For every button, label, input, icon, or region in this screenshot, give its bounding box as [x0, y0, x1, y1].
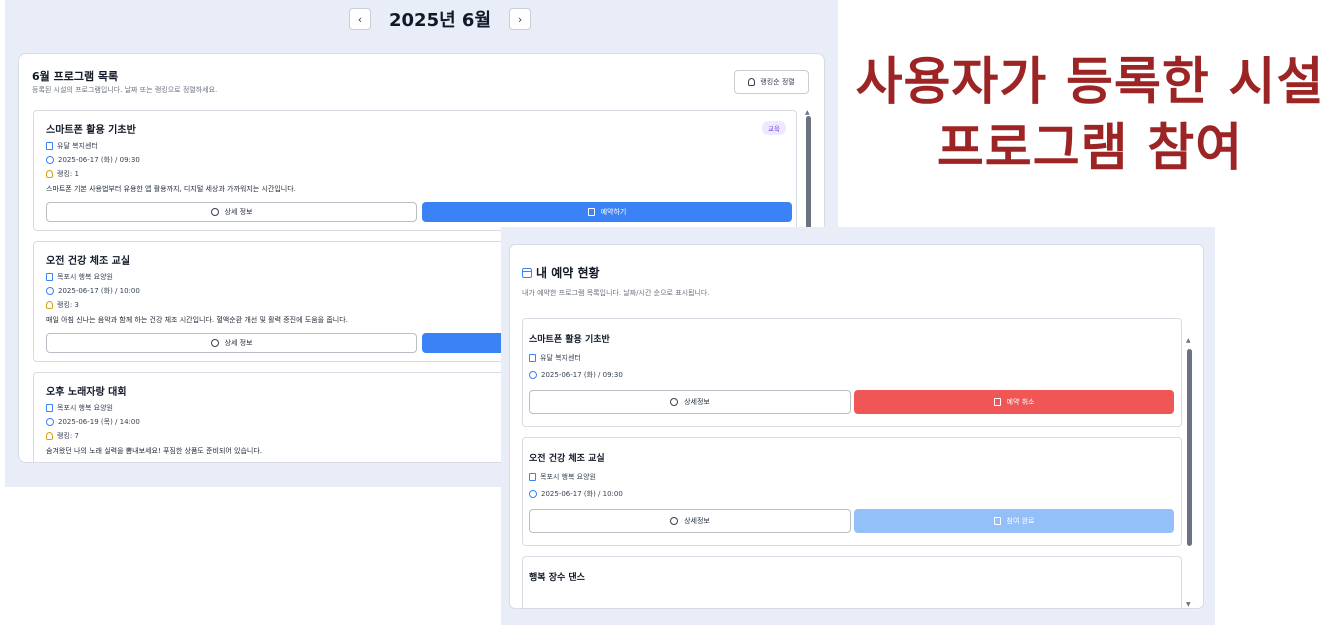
reserve-button[interactable]: 예약하기 — [422, 202, 792, 222]
reservation-datetime: 2025-06-17 (화) / 10:00 — [541, 490, 623, 498]
program-title: 오후 노래자랑 대회 — [46, 387, 127, 398]
building-icon — [529, 473, 536, 481]
scrollbar[interactable] — [806, 116, 811, 236]
program-title: 스마트폰 활용 기초반 — [46, 125, 136, 136]
ranking-line: 랭킹: 1 — [46, 169, 79, 179]
program-list-subtitle: 등록된 시설의 프로그램입니다. 날짜 또는 랭킹으로 정렬하세요. — [32, 86, 218, 94]
facility-line: 유달 복지센터 — [46, 141, 98, 151]
calendar-icon — [522, 267, 532, 278]
my-reservations-title: 내 예약 현황 — [536, 266, 600, 280]
reservation-title: 행복 장수 댄스 — [529, 573, 585, 583]
program-list-title: 6월 프로그램 목록 — [32, 70, 119, 83]
program-ranking: 랭킹: 1 — [57, 170, 79, 178]
headline: 사용자가 등록한 시설 프로그램 참여 — [842, 50, 1338, 182]
ranking-sort-button[interactable]: 랭킹순 정렬 — [734, 70, 809, 94]
datetime-line: 2025-06-17 (화) / 09:30 — [529, 370, 623, 380]
program-datetime: 2025-06-17 (화) / 09:30 — [58, 156, 140, 164]
medal-icon — [748, 78, 756, 86]
detail-button-label: 상세 정보 — [224, 339, 253, 347]
program-title: 오전 건강 체조 교실 — [46, 256, 131, 267]
cancel-reservation-button[interactable]: 예약 취소 — [854, 390, 1174, 414]
program-ranking: 랭킹: 7 — [57, 432, 79, 440]
datetime-line: 2025-06-19 (목) / 14:00 — [46, 417, 140, 427]
detail-button[interactable]: 상세 정보 — [46, 333, 417, 353]
datetime-line: 2025-06-17 (화) / 10:00 — [529, 489, 623, 499]
category-tag: 교육 — [762, 121, 786, 135]
scroll-up-arrow-icon[interactable]: ▲ — [1186, 337, 1191, 344]
program-description: 매일 아침 신나는 음악과 함께 하는 건강 체조 시간입니다. 혈액순환 개선… — [46, 316, 348, 324]
my-reservations-subtitle: 내가 예약한 프로그램 목록입니다. 날짜/시간 순으로 표시됩니다. — [522, 289, 710, 297]
reservation-item: 행복 장수 댄스 — [522, 556, 1182, 608]
program-description: 스마트폰 기본 사용법부터 유용한 앱 활용까지, 디지털 세상과 가까워지는 … — [46, 185, 296, 193]
my-reservations-screenshot: 내 예약 현황 내가 예약한 프로그램 목록입니다. 날짜/시간 순으로 표시됩… — [501, 227, 1215, 625]
my-reservations-card: 내 예약 현황 내가 예약한 프로그램 목록입니다. 날짜/시간 순으로 표시됩… — [509, 244, 1204, 609]
building-icon — [529, 354, 536, 362]
cancel-button-label: 예약 취소 — [1006, 398, 1035, 406]
clock-icon — [529, 490, 537, 498]
reservation-title: 오전 건강 체조 교실 — [529, 454, 605, 464]
info-icon — [210, 208, 219, 216]
facility-line: 목포시 행복 요양원 — [46, 403, 113, 413]
facility-line: 목포시 행복 요양원 — [46, 272, 113, 282]
program-ranking: 랭킹: 3 — [57, 301, 79, 309]
calendar-check-icon — [993, 517, 1001, 525]
medal-icon — [46, 170, 53, 178]
building-icon — [46, 142, 53, 150]
scroll-up-arrow-icon[interactable]: ▲ — [805, 109, 810, 116]
trash-icon — [993, 398, 1001, 406]
sort-button-label: 랭킹순 정렬 — [760, 78, 795, 86]
facility-name: 목포시 행복 요양원 — [540, 473, 596, 481]
my-reservations-header: 내 예약 현황 — [522, 264, 600, 281]
facility-line: 목포시 행복 요양원 — [529, 472, 596, 482]
clock-icon — [46, 156, 54, 164]
participation-label: 참여 완료 — [1006, 517, 1035, 525]
scrollbar[interactable] — [1187, 349, 1192, 546]
detail-button[interactable]: 상세정보 — [529, 390, 851, 414]
scroll-down-arrow-icon[interactable]: ▼ — [1186, 601, 1191, 608]
program-description: 숨겨왔던 나의 노래 실력을 뽐내보세요! 푸짐한 상품도 준비되어 있습니다. — [46, 447, 263, 455]
facility-name: 목포시 행복 요양원 — [57, 404, 113, 412]
reservation-item: 오전 건강 체조 교실 목포시 행복 요양원 2025-06-17 (화) / … — [522, 437, 1182, 546]
facility-name: 유달 복지센터 — [540, 354, 581, 362]
info-icon — [670, 517, 679, 525]
detail-button-label: 상세정보 — [684, 517, 710, 525]
datetime-line: 2025-06-17 (화) / 09:30 — [46, 155, 140, 165]
detail-button[interactable]: 상세 정보 — [46, 202, 417, 222]
program-datetime: 2025-06-19 (목) / 14:00 — [58, 418, 140, 426]
info-icon — [670, 398, 679, 406]
facility-name: 유달 복지센터 — [57, 142, 98, 150]
month-title: 2025년 6월 — [389, 10, 492, 31]
calendar-icon — [587, 208, 595, 216]
building-icon — [46, 404, 53, 412]
info-icon — [210, 339, 219, 347]
detail-button[interactable]: 상세정보 — [529, 509, 851, 533]
program-datetime: 2025-06-17 (화) / 10:00 — [58, 287, 140, 295]
building-icon — [46, 273, 53, 281]
clock-icon — [529, 371, 537, 379]
reserve-button-label: 예약하기 — [600, 208, 627, 216]
headline-line-1: 사용자가 등록한 시설 — [855, 53, 1325, 112]
ranking-line: 랭킹: 7 — [46, 431, 79, 441]
program-item: 스마트폰 활용 기초반 교육 유달 복지센터 2025-06-17 (화) / … — [33, 110, 797, 231]
month-navigator: ‹ 2025년 6월 › — [349, 5, 532, 33]
datetime-line: 2025-06-17 (화) / 10:00 — [46, 286, 140, 296]
participation-complete-button: 참여 완료 — [854, 509, 1174, 533]
medal-icon — [46, 301, 53, 309]
reservation-item: 스마트폰 활용 기초반 유달 복지센터 2025-06-17 (화) / 09:… — [522, 318, 1182, 427]
headline-line-2: 프로그램 참여 — [936, 119, 1244, 178]
medal-icon — [46, 432, 53, 440]
detail-button-label: 상세정보 — [684, 398, 710, 406]
clock-icon — [46, 287, 54, 295]
reservation-title: 스마트폰 활용 기초반 — [529, 335, 610, 345]
clock-icon — [46, 418, 54, 426]
facility-line: 유달 복지센터 — [529, 353, 581, 363]
next-month-button[interactable]: › — [509, 8, 532, 30]
facility-name: 목포시 행복 요양원 — [57, 273, 113, 281]
ranking-line: 랭킹: 3 — [46, 300, 79, 310]
prev-month-button[interactable]: ‹ — [349, 8, 371, 30]
detail-button-label: 상세 정보 — [224, 208, 253, 216]
reservation-datetime: 2025-06-17 (화) / 09:30 — [541, 371, 623, 379]
